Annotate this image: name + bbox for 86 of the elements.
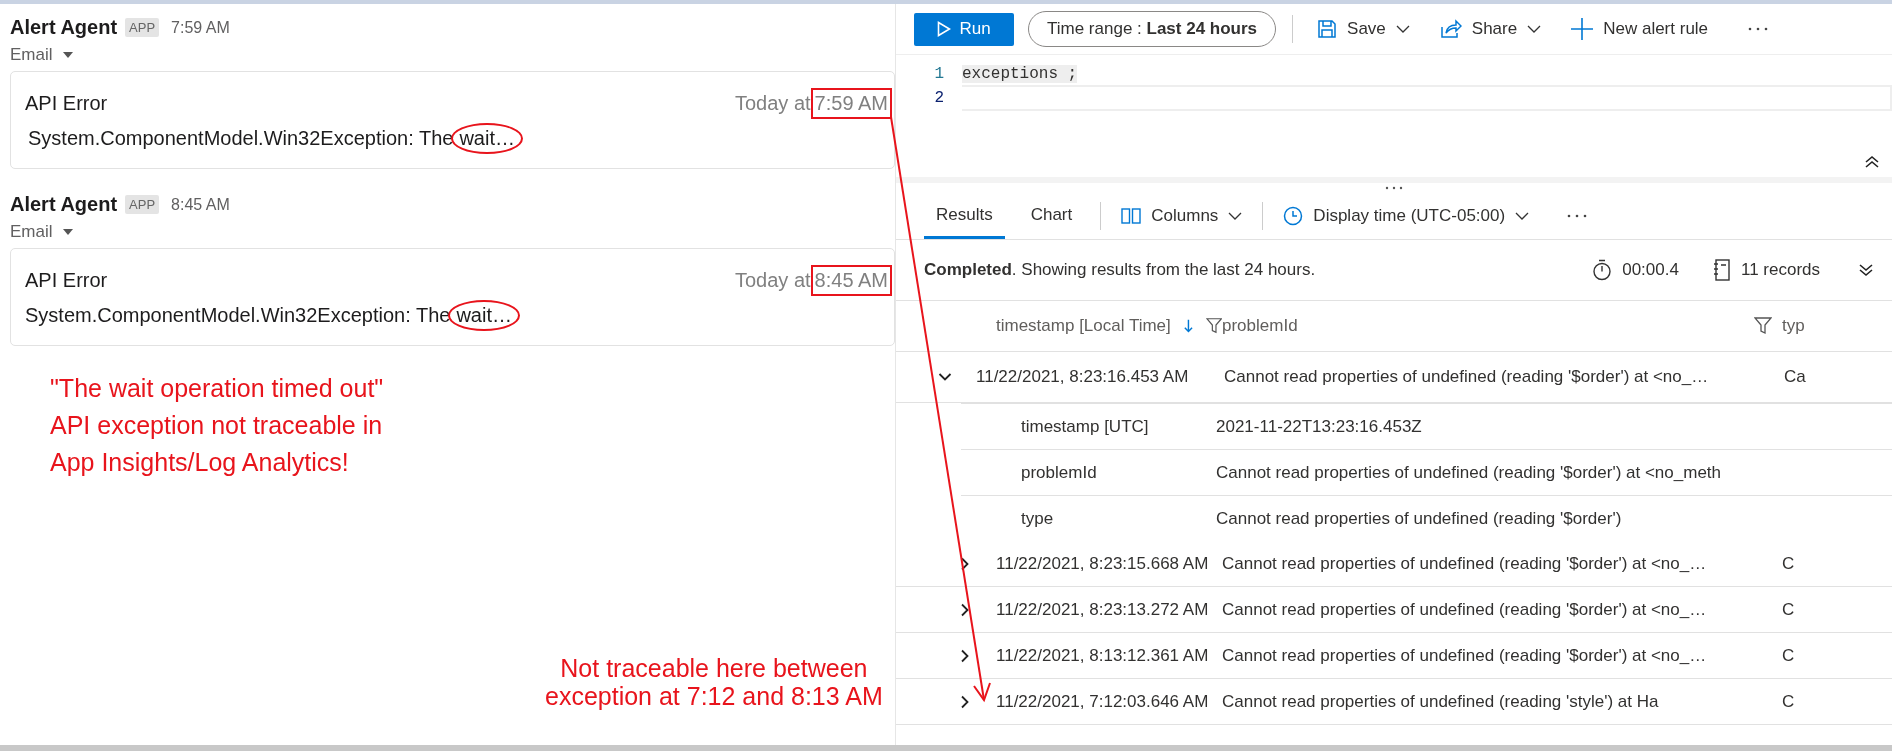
chevron-right-icon[interactable] — [960, 648, 970, 663]
line-number: 2 — [933, 89, 944, 107]
play-icon — [937, 21, 952, 37]
alert-title: API Error — [25, 269, 108, 292]
column-header[interactable]: problemId — [1222, 316, 1298, 336]
table-cell-text: C — [1782, 645, 1796, 666]
table-cell-text: C — [1782, 553, 1796, 574]
detail-key: timestamp [UTC] — [961, 416, 1216, 437]
run-button[interactable]: Run — [914, 12, 1014, 46]
annotation-note: Not traceable here between — [559, 654, 869, 682]
alert-message: System.ComponentModel.Win32Exception: The — [25, 304, 451, 327]
share-icon — [1439, 19, 1462, 39]
time-range-button[interactable]: Time range : Last 24 hours — [1028, 11, 1277, 47]
detail-value: Cannot read properties of undefined (reading '$order') — [1216, 508, 1622, 529]
column-header[interactable]: typ — [1782, 316, 1892, 336]
caret-icon — [62, 229, 73, 235]
date-prefix: Today at — [735, 269, 811, 292]
date-prefix: Today at — [735, 92, 811, 115]
columns-icon — [1121, 208, 1142, 224]
chevron-right-icon[interactable] — [960, 694, 970, 709]
clock-icon — [1283, 206, 1304, 226]
alert-message: System.ComponentModel.Win32Exception: The — [28, 127, 454, 150]
sender-name[interactable]: Alert Agent — [10, 16, 118, 39]
record-count: 11 records — [1740, 260, 1820, 280]
new-alert-rule-button[interactable]: New alert rule — [1563, 18, 1717, 40]
sender-name[interactable]: Alert Agent — [10, 193, 118, 216]
table-cell-text: Cannot read properties of undefined (reading 'style') at Ha — [1222, 691, 1660, 712]
stopwatch-icon — [1592, 259, 1613, 281]
detail-value: 2021-11-22T13:23:16.453Z — [1216, 416, 1422, 437]
expand-icon[interactable] — [1858, 263, 1874, 277]
app-badge: APP — [125, 195, 160, 214]
caret-icon — [62, 52, 73, 58]
chevron-down-icon — [1515, 212, 1530, 220]
notebook-icon — [1712, 259, 1731, 281]
detail-key: type — [961, 508, 1216, 529]
display-time-button[interactable]: Display time (UTC-05:00) — [1279, 206, 1534, 226]
alert-title: API Error — [25, 92, 108, 115]
duration: 00:00.4 — [1622, 260, 1679, 280]
chevron-down-icon — [1527, 25, 1542, 33]
table-cell-text: Cannot read properties of undefined (reading '$order') at <no_… — [1222, 553, 1708, 574]
column-header[interactable]: timestamp [Local Time] — [996, 316, 1171, 336]
chevron-down-icon[interactable] — [938, 372, 952, 382]
chevron-down-icon — [1228, 212, 1243, 220]
email-dropdown[interactable]: Email — [10, 222, 73, 242]
detail-value: Cannot read properties of undefined (reading '$order') at <no_meth — [1216, 462, 1721, 483]
drag-handle-icon[interactable] — [1385, 186, 1403, 190]
table-cell-text: 11/22/2021, 8:23:15.668 AM — [996, 553, 1210, 574]
app-badge: APP — [125, 18, 160, 37]
table-cell-text: 11/22/2021, 7:12:03.646 AM — [996, 691, 1210, 712]
message-time: 8:45 AM — [171, 195, 230, 214]
save-button[interactable]: Save — [1309, 19, 1418, 39]
highlighted-time: 8:45 AM — [810, 265, 892, 296]
status-text: Completed. Showing results from the last 24 hours. — [924, 260, 1316, 280]
table-cell-text: C — [1782, 599, 1796, 620]
chevron-right-icon[interactable] — [960, 602, 970, 617]
filter-icon[interactable] — [1754, 317, 1772, 335]
save-icon — [1317, 19, 1338, 39]
sort-down-icon[interactable] — [1182, 318, 1194, 334]
table-cell-text: Cannot read properties of undefined (reading '$order') at <no_… — [1222, 645, 1708, 666]
table-cell-text: 11/22/2021, 8:23:16.453 AM — [976, 367, 1190, 387]
table-cell-text: C — [1782, 691, 1796, 712]
email-dropdown[interactable]: Email — [10, 45, 73, 65]
plus-icon — [1571, 18, 1594, 40]
chevron-down-icon — [1395, 25, 1410, 33]
table-cell-text: Cannot read properties of undefined (reading '$order') at <no_… — [1222, 599, 1708, 620]
table-cell-text: Cannot read properties of undefined (reading '$order') at <no_… — [1224, 367, 1710, 387]
circled-text: wait… — [448, 300, 520, 331]
line-number: 1 — [933, 65, 944, 83]
circled-text: wait… — [451, 123, 523, 154]
query-code: exceptions ; — [962, 65, 1078, 83]
share-button[interactable]: Share — [1431, 19, 1550, 39]
annotation-note: "The wait operation timed out" API exception not traceable in App Insights/Log Analytics! — [50, 373, 385, 478]
highlighted-time: 7:59 AM — [810, 88, 892, 119]
scrollbar[interactable] — [0, 745, 1892, 751]
table-cell-text: Ca — [1784, 367, 1807, 387]
columns-button[interactable]: Columns — [1117, 206, 1247, 226]
filter-icon[interactable] — [1205, 317, 1222, 335]
results-tab[interactable]: Chart — [1018, 193, 1085, 239]
annotation-note: exception at 7:12 and 8:13 AM — [545, 682, 883, 710]
collapse-icon[interactable] — [1864, 155, 1880, 169]
detail-key: problemId — [961, 462, 1216, 483]
chevron-right-icon[interactable] — [960, 556, 970, 571]
table-cell-text: 11/22/2021, 8:13:12.361 AM — [996, 645, 1210, 666]
table-cell-text: 11/22/2021, 8:23:13.272 AM — [996, 599, 1210, 620]
message-time: 7:59 AM — [171, 18, 230, 37]
results-tab[interactable]: Results — [924, 193, 1005, 239]
